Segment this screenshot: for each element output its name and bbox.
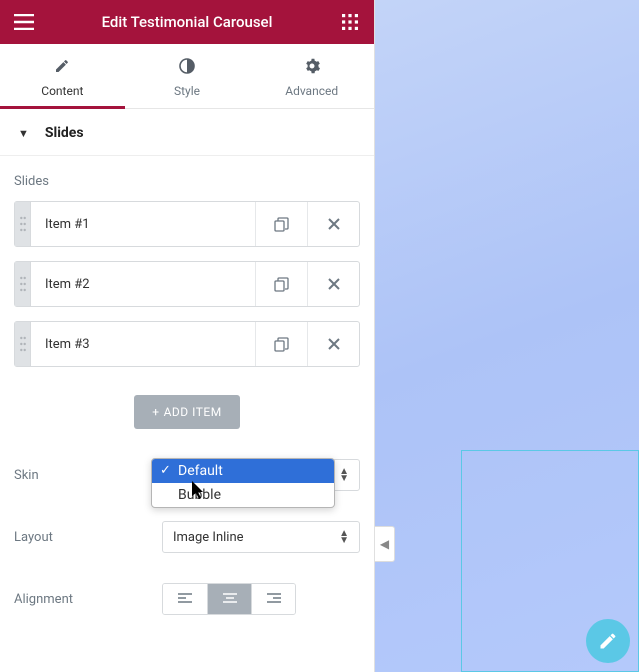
slides-label: Slides [14, 174, 360, 189]
chevron-left-icon: ◀ [380, 537, 389, 551]
add-item-button[interactable]: + ADD ITEM [134, 395, 239, 429]
slide-item-label: Item #2 [31, 262, 255, 306]
tab-label: Style [174, 84, 200, 98]
menu-icon[interactable] [12, 10, 36, 34]
skin-dropdown: Default Bubble [151, 458, 335, 508]
select-arrows-icon: ▲▼ [339, 468, 349, 482]
panel-tabs: Content Style Advanced [0, 44, 374, 109]
gear-icon [249, 58, 374, 78]
panel-header: Edit Testimonial Carousel [0, 0, 374, 44]
close-icon[interactable] [307, 202, 359, 246]
close-icon[interactable] [307, 262, 359, 306]
duplicate-icon[interactable] [255, 262, 307, 306]
tab-label: Advanced [285, 84, 338, 98]
slide-item-label: Item #3 [31, 322, 255, 366]
drag-handle-icon[interactable] [15, 262, 31, 306]
tab-advanced[interactable]: Advanced [249, 44, 374, 108]
widget-selection-outline[interactable] [461, 450, 639, 672]
section-slides-header[interactable]: ▼ Slides [0, 109, 374, 156]
duplicate-icon[interactable] [255, 202, 307, 246]
skin-option-default[interactable]: Default [152, 459, 334, 483]
skin-option-bubble[interactable]: Bubble [152, 483, 334, 507]
section-title: Slides [45, 125, 84, 141]
drag-handle-icon[interactable] [15, 322, 31, 366]
layout-select[interactable]: Image Inline ▲▼ [162, 521, 360, 553]
pencil-icon [598, 631, 618, 651]
alignment-label: Alignment [14, 592, 162, 607]
plus-icon: + [152, 405, 159, 419]
add-item-label: ADD ITEM [164, 405, 222, 419]
pencil-icon [0, 58, 125, 78]
slide-item[interactable]: Item #2 [14, 261, 360, 307]
apps-icon[interactable] [338, 10, 362, 34]
select-arrows-icon: ▲▼ [339, 530, 349, 544]
contrast-icon [125, 58, 250, 78]
section-body: Slides Item #1 Item #2 Item #3 [0, 156, 374, 672]
caret-down-icon: ▼ [18, 127, 29, 140]
layout-control: Layout Image Inline ▲▼ [14, 521, 360, 553]
alignment-control: Alignment [14, 583, 360, 615]
alignment-segmented [162, 583, 296, 615]
tab-content[interactable]: Content [0, 44, 125, 108]
tab-style[interactable]: Style [125, 44, 250, 108]
align-left-button[interactable] [163, 584, 207, 614]
align-right-button[interactable] [251, 584, 295, 614]
slide-item[interactable]: Item #3 [14, 321, 360, 367]
slide-item-label: Item #1 [31, 202, 255, 246]
layout-value: Image Inline [173, 530, 244, 545]
skin-select[interactable]: Default ▲▼ Default Bubble [162, 459, 360, 491]
edit-widget-button[interactable] [586, 619, 630, 663]
skin-label: Skin [14, 468, 162, 483]
collapse-panel-button[interactable]: ◀ [375, 526, 395, 562]
tab-label: Content [41, 84, 83, 98]
slides-list: Item #1 Item #2 Item #3 [14, 201, 360, 367]
preview-canvas: ◀ [375, 0, 639, 672]
slide-item[interactable]: Item #1 [14, 201, 360, 247]
layout-label: Layout [14, 530, 162, 545]
panel-title: Edit Testimonial Carousel [36, 13, 338, 31]
align-center-button[interactable] [207, 584, 251, 614]
close-icon[interactable] [307, 322, 359, 366]
duplicate-icon[interactable] [255, 322, 307, 366]
drag-handle-icon[interactable] [15, 202, 31, 246]
skin-control: Skin Default ▲▼ Default Bubble [14, 459, 360, 491]
editor-panel: Edit Testimonial Carousel Content Style … [0, 0, 375, 672]
